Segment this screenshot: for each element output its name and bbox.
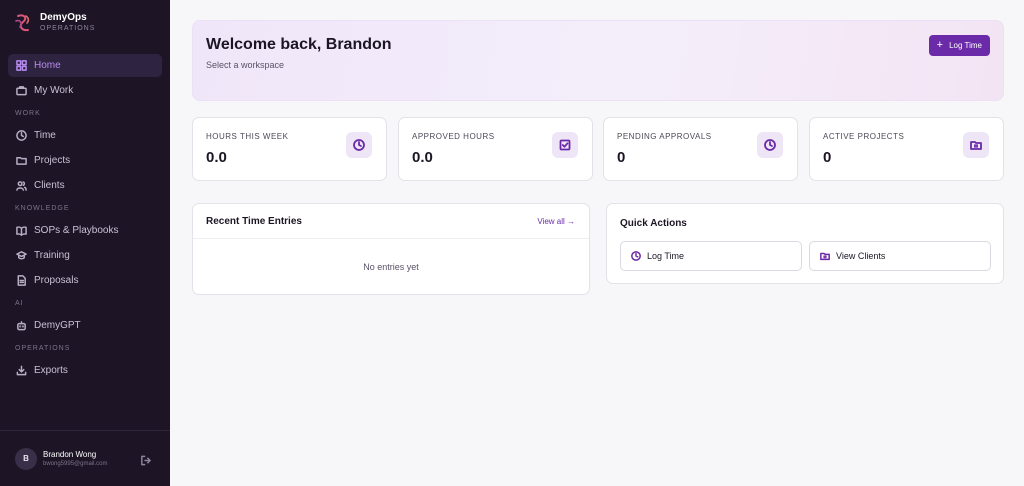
section-label-operations: OPERATIONS xyxy=(15,345,71,352)
briefcase-icon xyxy=(16,86,27,96)
stat-card-approved-hours: APPROVED HOURS 0.0 xyxy=(398,117,593,181)
sidebar-item-home[interactable]: Home xyxy=(8,54,162,77)
brand-subtitle: OPERATIONS xyxy=(40,25,96,32)
panel-title: Quick Actions xyxy=(620,218,687,229)
sidebar-item-label: My Work xyxy=(34,85,74,96)
check-square-icon xyxy=(552,132,578,158)
clock-icon xyxy=(631,251,641,261)
sidebar-item-label: SOPs & Playbooks xyxy=(34,225,119,236)
folder-icon xyxy=(820,252,830,261)
stat-value: 0 xyxy=(823,149,832,166)
clock-icon xyxy=(346,132,372,158)
logout-icon xyxy=(141,455,151,466)
stat-label: ACTIVE PROJECTS xyxy=(823,132,905,141)
sidebar-item-label: Training xyxy=(34,250,70,261)
stat-card-hours-this-week: HOURS THIS WEEK 0.0 xyxy=(192,117,387,181)
user-profile[interactable]: B Brandon Wong bwong5995@gmail.com xyxy=(0,430,170,486)
stat-label: HOURS THIS WEEK xyxy=(206,132,289,141)
graduation-cap-icon xyxy=(16,251,27,260)
page-subtitle: Select a workspace xyxy=(206,60,285,70)
plus-icon: + xyxy=(936,39,944,51)
panel-title: Recent Time Entries xyxy=(206,216,302,227)
folder-icon xyxy=(963,132,989,158)
section-label-ai: AI xyxy=(15,300,24,307)
brand-name: DemyOps xyxy=(40,12,87,23)
sidebar-item-demygpt[interactable]: DemyGPT xyxy=(8,314,162,337)
sidebar-item-label: Exports xyxy=(34,365,68,376)
divider xyxy=(193,238,589,239)
log-time-button[interactable]: + Log Time xyxy=(928,35,990,56)
stat-label: APPROVED HOURS xyxy=(412,132,495,141)
sidebar-item-label: Projects xyxy=(34,155,71,166)
clock-icon xyxy=(757,132,783,158)
logout-button[interactable] xyxy=(140,453,151,466)
sidebar-item-clients[interactable]: Clients xyxy=(8,174,162,197)
sidebar: DemyOps OPERATIONS Home My Work WORK Tim… xyxy=(0,0,170,486)
stat-value: 0 xyxy=(617,149,626,166)
stat-value: 0.0 xyxy=(206,149,227,166)
page-title: Welcome back, Brandon xyxy=(206,36,392,53)
section-label-knowledge: KNOWLEDGE xyxy=(15,205,70,212)
welcome-banner: Welcome back, Brandon Select a workspace… xyxy=(192,20,1004,101)
sidebar-item-time[interactable]: Time xyxy=(8,124,162,147)
stat-value: 0.0 xyxy=(412,149,433,166)
view-all-link[interactable]: View all → xyxy=(537,217,575,226)
quick-view-clients-button[interactable]: View Clients xyxy=(809,241,991,271)
sidebar-item-label: Clients xyxy=(34,180,65,191)
section-label-work: WORK xyxy=(15,110,41,117)
user-email: bwong5995@gmail.com xyxy=(43,460,108,467)
document-icon xyxy=(17,275,26,286)
avatar: B xyxy=(15,447,37,470)
brand[interactable]: DemyOps OPERATIONS xyxy=(14,12,95,34)
stat-card-pending-approvals: PENDING APPROVALS 0 xyxy=(603,117,798,181)
sidebar-item-my-work[interactable]: My Work xyxy=(8,79,162,102)
sidebar-item-sops[interactable]: SOPs & Playbooks xyxy=(8,219,162,242)
stat-label: PENDING APPROVALS xyxy=(617,132,712,141)
empty-state: No entries yet xyxy=(363,262,419,272)
clock-icon xyxy=(16,130,27,141)
sidebar-item-proposals[interactable]: Proposals xyxy=(8,269,162,292)
quick-actions-panel: Quick Actions Log Time View Clients xyxy=(606,203,1004,284)
sidebar-item-label: Home xyxy=(34,60,61,71)
sidebar-item-label: DemyGPT xyxy=(34,320,81,331)
sidebar-item-training[interactable]: Training xyxy=(8,244,162,267)
sidebar-nav: Home My Work WORK Time Projects Clients … xyxy=(0,54,170,384)
sidebar-item-label: Time xyxy=(34,130,56,141)
sidebar-item-label: Proposals xyxy=(34,275,79,286)
stat-card-active-projects: ACTIVE PROJECTS 0 xyxy=(809,117,1004,181)
folder-icon xyxy=(16,157,27,165)
recent-time-entries-panel: Recent Time Entries View all → No entrie… xyxy=(192,203,590,295)
book-open-icon xyxy=(16,226,27,236)
quick-view-clients-label: View Clients xyxy=(836,251,886,261)
sidebar-item-projects[interactable]: Projects xyxy=(8,149,162,172)
quick-log-time-button[interactable]: Log Time xyxy=(620,241,802,271)
download-icon xyxy=(16,365,27,376)
quick-log-time-label: Log Time xyxy=(647,251,685,261)
users-icon xyxy=(16,181,27,191)
bot-icon xyxy=(17,321,26,331)
log-time-button-label: Log Time xyxy=(949,41,982,50)
dashboard-icon xyxy=(16,60,27,71)
user-name: Brandon Wong xyxy=(43,449,97,459)
brand-logo-icon xyxy=(15,14,30,32)
sidebar-item-exports[interactable]: Exports xyxy=(8,359,162,382)
